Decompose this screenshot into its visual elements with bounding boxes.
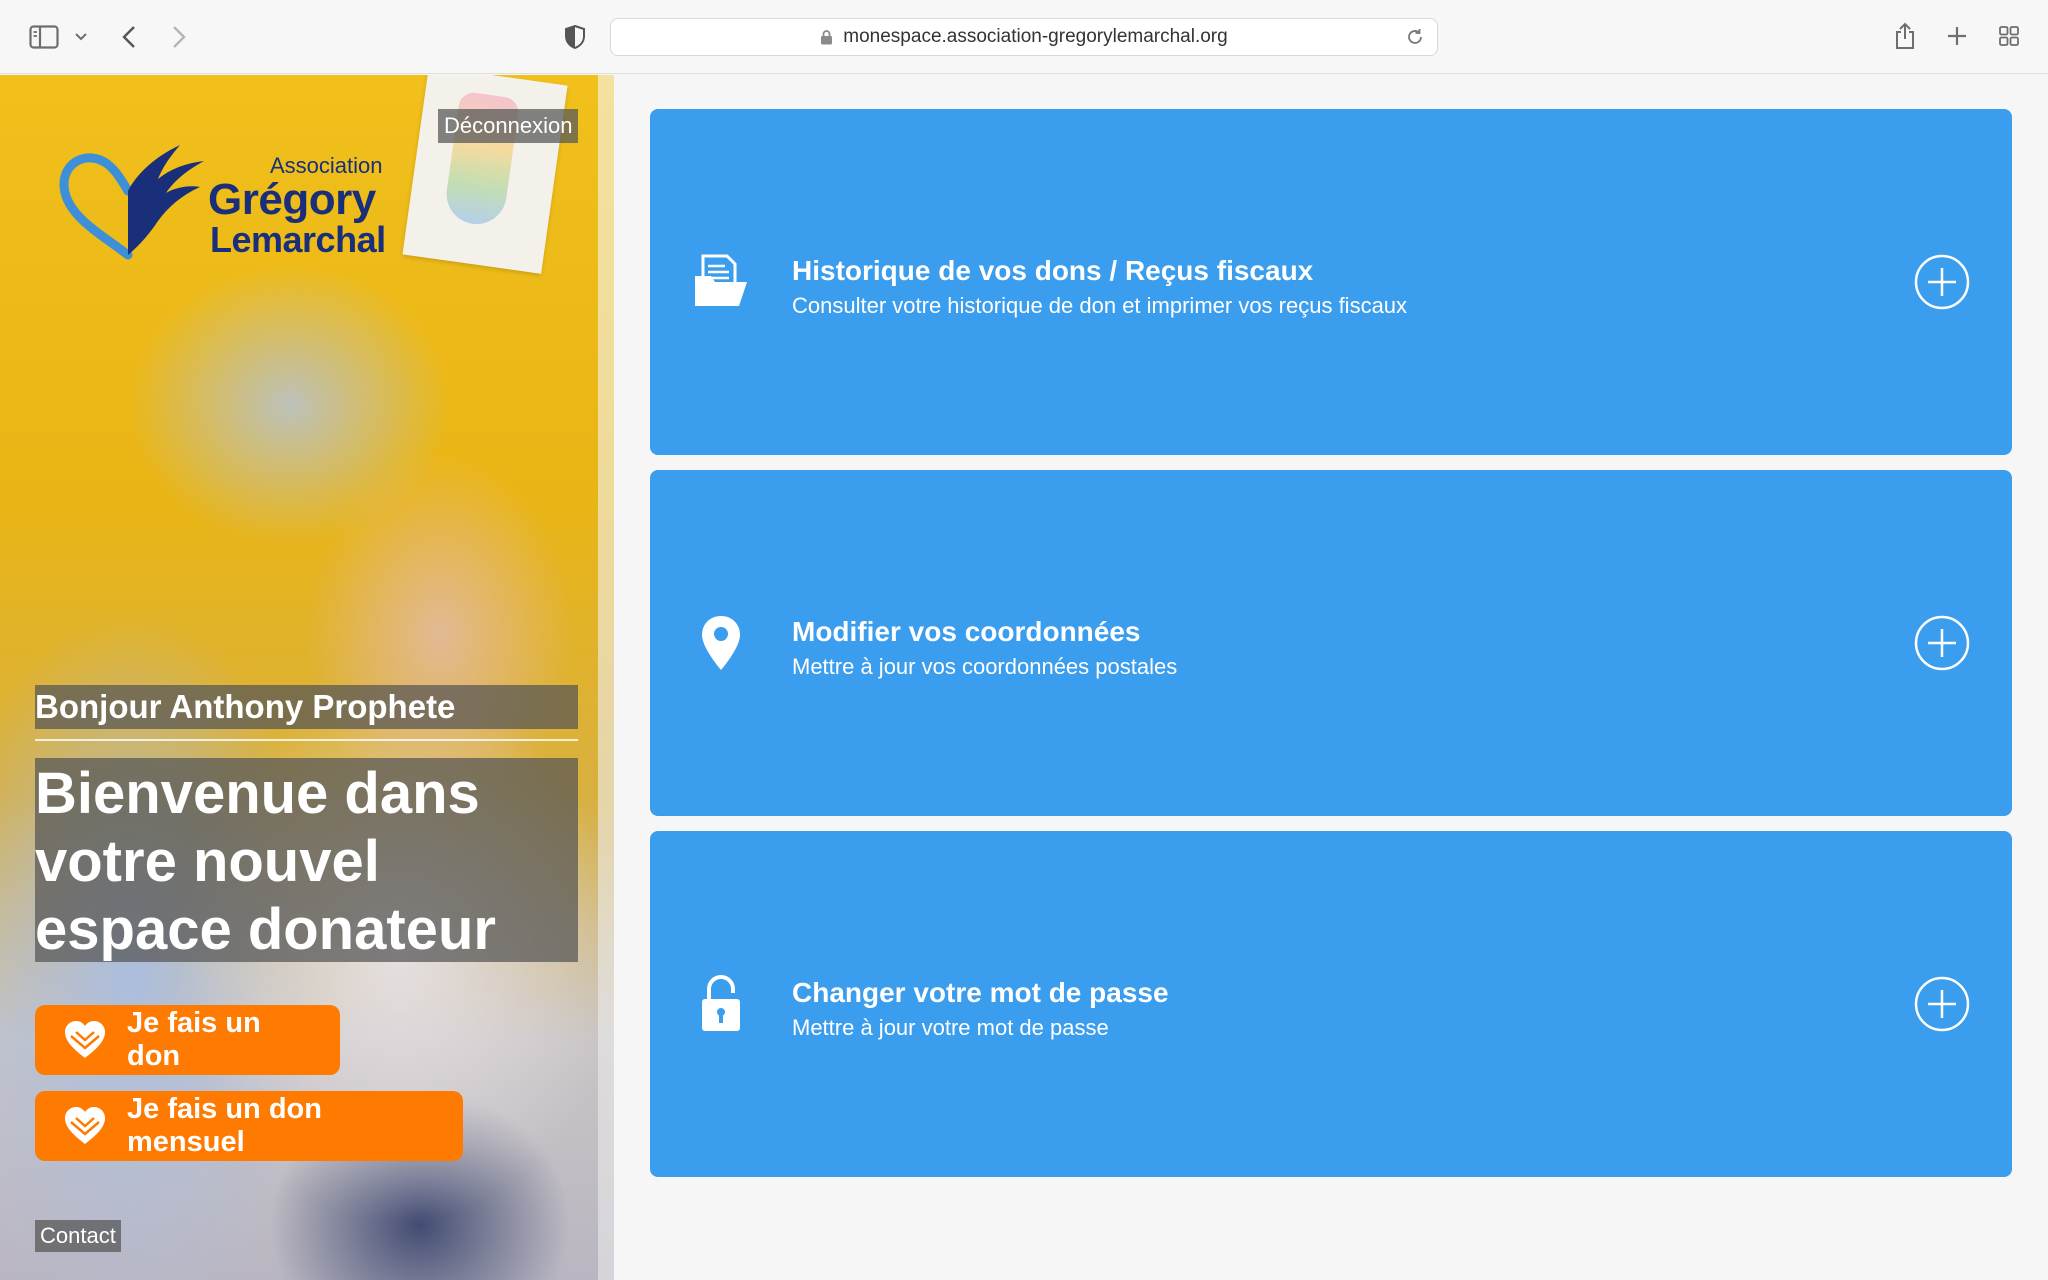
contact-link[interactable]: Contact [35,1220,121,1252]
tab-overview-icon[interactable] [1996,22,2022,50]
logo-line-gregory: Grégory [208,175,376,224]
card-subtitle: Mettre à jour votre mot de passe [792,1015,1109,1040]
heart-hands-icon [63,1020,107,1060]
card-title: Historique de vos dons / Reçus fiscaux [792,255,1314,286]
update-address-card[interactable]: Modifier vos coordonnées Mettre à jour v… [650,470,2012,816]
hero-panel: Association Grégory Lemarchal Déconnexio… [0,75,614,1280]
lock-icon [690,973,752,1035]
privacy-shield-icon[interactable] [562,22,588,52]
card-subtitle: Mettre à jour vos coordonnées postales [792,654,1178,679]
change-password-card[interactable]: Changer votre mot de passe Mettre à jour… [650,831,2012,1177]
hero-photo [402,75,568,274]
back-icon[interactable] [118,22,140,52]
logout-link[interactable]: Déconnexion [438,109,579,143]
folder-document-icon [690,251,752,313]
monthly-donate-button[interactable]: Je fais un don mensuel [35,1091,463,1161]
card-title: Changer votre mot de passe [792,977,1169,1008]
browser-toolbar: monespace.association-gregorylemarchal.o… [0,0,2048,74]
map-pin-icon [690,612,752,674]
chevron-down-icon[interactable] [72,28,90,46]
heart-wing-logo-icon [59,145,204,260]
card-title: Modifier vos coordonnées [792,616,1141,647]
logo-line-lemarchal: Lemarchal [210,219,386,260]
lock-icon [820,29,833,45]
url-text: monespace.association-gregorylemarchal.o… [843,26,1228,47]
heart-hands-icon [63,1106,107,1146]
address-bar[interactable]: monespace.association-gregorylemarchal.o… [610,18,1438,56]
forward-icon[interactable] [168,22,190,52]
welcome-heading: Bienvenue dans votre nouvel espace donat… [35,758,578,962]
association-logo[interactable]: Association Grégory Lemarchal [58,135,398,275]
divider [35,739,578,741]
donate-button-label: Je fais un don [127,1007,261,1072]
share-icon[interactable] [1892,20,1918,52]
greeting-text: Bonjour Anthony Prophete [35,685,578,729]
expand-plus-icon[interactable] [1914,254,1970,310]
expand-plus-icon[interactable] [1914,976,1970,1032]
expand-plus-icon[interactable] [1914,615,1970,671]
monthly-donate-button-label: Je fais un don mensuel [127,1093,322,1158]
donation-history-card[interactable]: Historique de vos dons / Reçus fiscaux C… [650,109,2012,455]
reload-icon[interactable] [1405,27,1425,47]
new-tab-icon[interactable] [1944,22,1970,50]
card-subtitle: Consulter votre historique de don et imp… [792,293,1408,318]
donate-button[interactable]: Je fais un don [35,1005,340,1075]
sidebar-toggle-icon[interactable] [28,22,60,52]
